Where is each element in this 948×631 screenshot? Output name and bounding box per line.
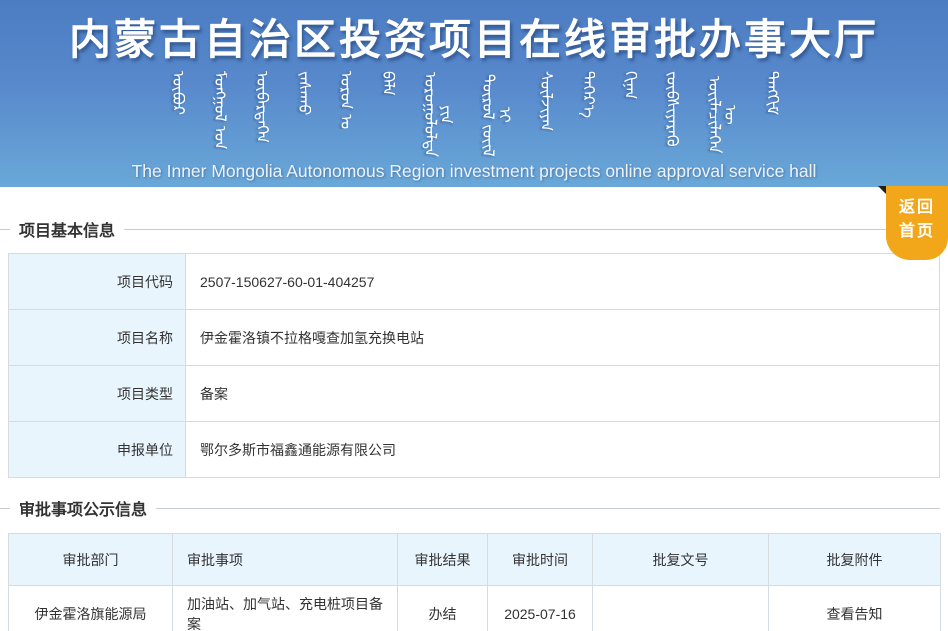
table-row: 项目类型 备案 — [8, 365, 940, 422]
approval-info-table: 审批部门 审批事项 审批结果 审批时间 批复文号 批复附件 伊金霍洛旗能源局 加… — [8, 533, 941, 631]
view-notice-link[interactable]: 查看告知 — [827, 606, 883, 622]
col-approval-result: 审批结果 — [397, 533, 488, 586]
section-approval-info-title: 审批事项公示信息 — [19, 502, 148, 519]
main-content: 项目基本信息 项目代码 2507-150627-60-01-404257 项目名… — [0, 217, 948, 631]
col-reply-attachment: 批复附件 — [768, 533, 941, 586]
mongolian-word: ᠦᠢᠯᠡᠴᠢᠯᠡᠭᠡᠨ ᠦ — [705, 76, 737, 154]
project-name-label: 项目名称 — [8, 309, 186, 366]
approval-time-value: 2025-07-16 — [487, 585, 593, 631]
fold-corner-decoration — [878, 186, 886, 194]
mongolian-word: ᠳᠡᠭᠡᠷ᠎ᠡ — [579, 71, 595, 119]
table-row: 伊金霍洛旗能源局 加油站、加气站、充电桩项目备案 办结 2025-07-16 查… — [8, 585, 941, 631]
return-home-label-line2: 首页 — [898, 223, 935, 240]
return-home-button[interactable]: 返回 首页 — [878, 186, 948, 260]
mongolian-word: ᠵᠥᠪᠰᠢᠶᠡᠷᠡᠬᠦ — [663, 71, 679, 147]
reply-doc-number-value — [592, 585, 769, 631]
table-row: 项目代码 2507-150627-60-01-404257 — [8, 253, 940, 310]
legend-left-dash — [0, 228, 10, 230]
col-approval-item: 审批事项 — [172, 533, 398, 586]
section-basic-info-header: 项目基本信息 — [0, 217, 948, 241]
project-type-value: 备案 — [185, 365, 940, 422]
mongolian-word: ᠲᠥᠷᠥᠯ ᠵᠦᠢᠯ ᠢ — [479, 73, 511, 157]
table-row: 申报单位 鄂尔多斯市福鑫通能源有限公司 — [8, 421, 940, 478]
col-approval-time: 审批时间 — [487, 533, 593, 586]
site-title-chinese: 内蒙古自治区投资项目在线审批办事大厅 — [68, 15, 879, 64]
mongolian-word: ᠬᠢᠨᠠᠨ — [621, 71, 637, 100]
site-header: 内蒙古自治区投资项目在线审批办事大厅 ᠥᠪᠥᠷ ᠮᠣᠩᠭᠣᠯ ᠤᠨ ᠥᠪᠡᠷᠲᠡᠭᠡ… — [0, 0, 948, 187]
project-type-label: 项目类型 — [8, 365, 186, 422]
mongolian-word: ᠥᠪᠡᠷᠲᠡᠭᠡᠨ — [253, 71, 269, 144]
approval-item-value: 加油站、加气站、充电桩项目备案 — [172, 585, 398, 631]
site-title-english: The Inner Mongolia Autonomous Region inv… — [131, 161, 817, 181]
basic-info-table: 项目代码 2507-150627-60-01-404257 项目名称 伊金霍洛镇… — [8, 253, 940, 478]
project-name-value: 伊金霍洛镇不拉格嘎查加氢充换电站 — [185, 309, 940, 366]
table-row: 项目名称 伊金霍洛镇不拉格嘎查加氢充换电站 — [8, 309, 940, 366]
mongolian-word: ᠰᠦᠯᠵᠢᠶᠡᠨ — [537, 71, 553, 132]
table-header-row: 审批部门 审批事项 审批结果 审批时间 批复文号 批复附件 — [8, 533, 941, 586]
project-code-value: 2507-150627-60-01-404257 — [185, 253, 940, 310]
legend-right-line — [124, 228, 940, 230]
return-home-label-line1: 返回 — [898, 199, 935, 216]
mongolian-word: ᠵᠠᠰᠠᠬᠤ — [295, 71, 311, 116]
legend-right-line — [156, 507, 940, 509]
mongolian-word: ᠮᠣᠩᠭᠣᠯ ᠤᠨ — [211, 71, 227, 150]
mongolian-word: ᠥᠪᠥᠷ — [169, 71, 185, 115]
legend-left-dash — [0, 507, 10, 509]
declaring-unit-label: 申报单位 — [8, 421, 186, 478]
mongolian-word: ᠪᠡᠯᠡ — [379, 71, 395, 97]
col-reply-doc-number: 批复文号 — [592, 533, 769, 586]
site-title-mongolian: ᠥᠪᠥᠷ ᠮᠣᠩᠭᠣᠯ ᠤᠨ ᠥᠪᠡᠷᠲᠡᠭᠡᠨ ᠵᠠᠰᠠᠬᠤ ᠣᠷᠣᠨ ᠤ ᠪᠡᠯᠡ ᠣᠷ… — [0, 71, 948, 159]
section-approval-info-header: 审批事项公示信息 — [0, 496, 948, 520]
project-code-label: 项目代码 — [8, 253, 186, 310]
approval-dept-value: 伊金霍洛旗能源局 — [8, 585, 173, 631]
col-approval-dept: 审批部门 — [8, 533, 173, 586]
mongolian-word: ᠣᠷᠣᠭᠤᠯᠤᠯᠲᠠ ᠶᠢᠨ — [421, 72, 453, 158]
mongolian-word: ᠣᠷᠣᠨ ᠤ — [337, 71, 353, 130]
mongolian-word: ᠲᠠᠩᠬᠢᠮ — [763, 71, 779, 115]
reply-attachment-cell: 查看告知 — [768, 585, 941, 631]
declaring-unit-value: 鄂尔多斯市福鑫通能源有限公司 — [185, 421, 940, 478]
section-basic-info-title: 项目基本信息 — [19, 223, 116, 240]
approval-result-value: 办结 — [397, 585, 488, 631]
